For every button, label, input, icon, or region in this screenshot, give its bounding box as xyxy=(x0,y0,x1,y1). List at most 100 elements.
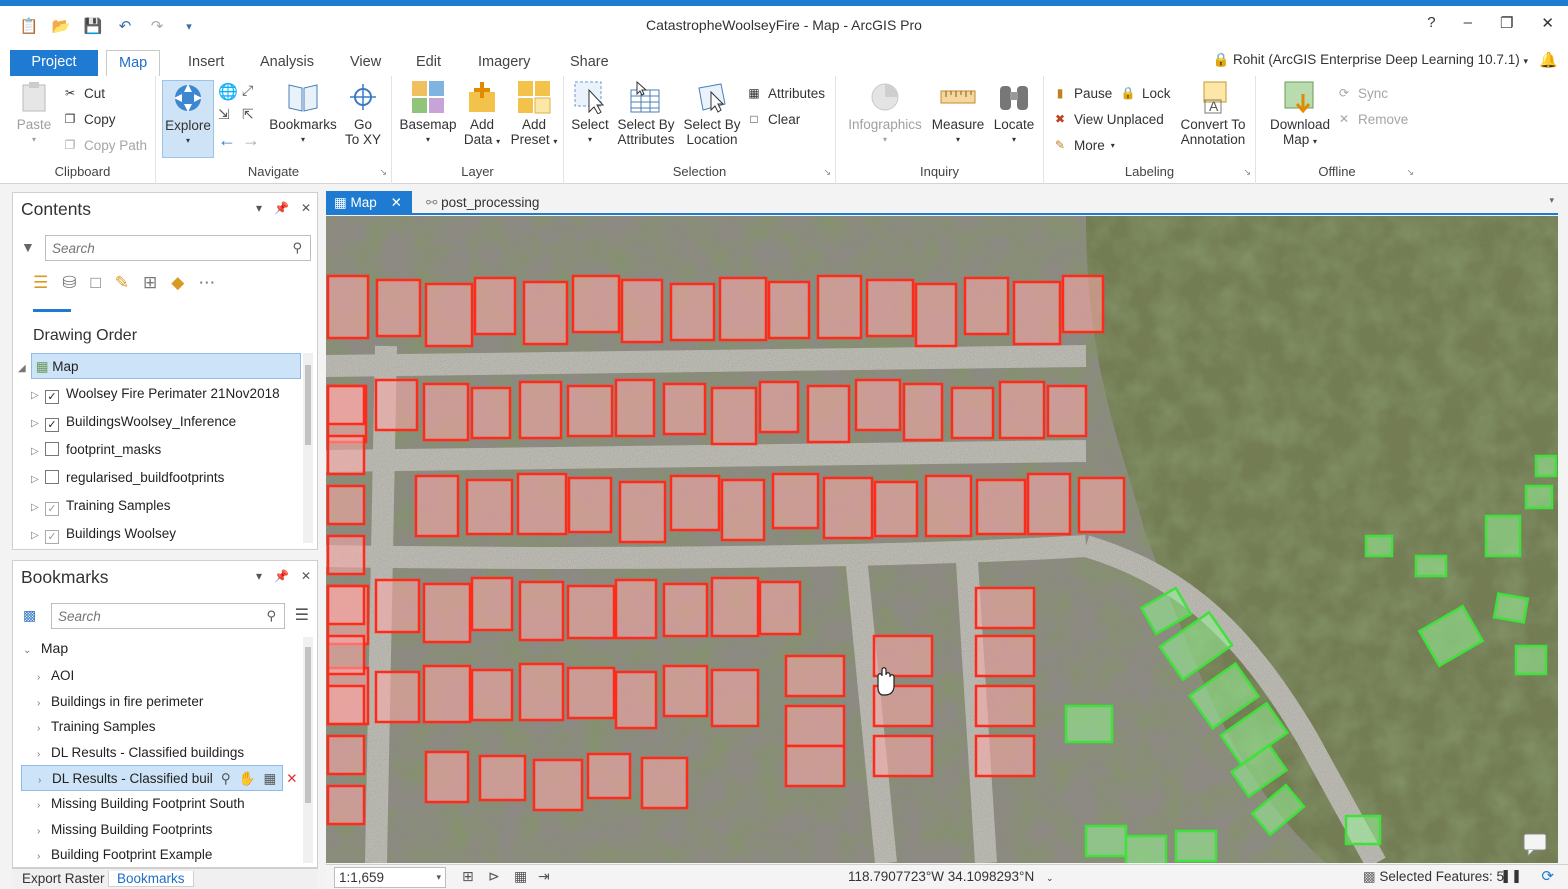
building-footprint[interactable] xyxy=(566,666,616,720)
layer-row[interactable]: ▷ ✓ BuildingsWoolsey_Inference xyxy=(31,409,236,435)
building-footprint[interactable] xyxy=(1077,476,1126,534)
building-footprint[interactable] xyxy=(470,668,514,722)
building-footprint[interactable] xyxy=(771,472,820,530)
building-footprint[interactable] xyxy=(424,282,474,348)
building-footprint[interactable] xyxy=(518,380,563,440)
restore-button[interactable]: ❐ xyxy=(1500,14,1513,32)
tab-share[interactable]: Share xyxy=(558,50,621,76)
building-footprint[interactable] xyxy=(326,784,366,826)
bookmarks-scroll-thumb[interactable] xyxy=(305,647,311,803)
collapse-icon[interactable]: ◢ xyxy=(18,356,32,382)
building-footprint[interactable] xyxy=(422,382,470,442)
building-footprint[interactable] xyxy=(1524,484,1554,510)
zoom-in-fixed-icon[interactable]: ⇲ xyxy=(218,106,230,123)
offline-launcher-icon[interactable]: ↘ xyxy=(1406,167,1414,178)
expand-icon[interactable]: ▷ xyxy=(31,439,45,465)
building-footprint[interactable] xyxy=(998,380,1046,440)
grid-icon[interactable]: ▦ xyxy=(514,868,527,885)
building-footprint[interactable] xyxy=(375,278,422,338)
building-footprint[interactable] xyxy=(422,582,472,644)
layer-visibility-checkbox[interactable]: ✓ xyxy=(45,418,59,432)
building-footprint[interactable] xyxy=(326,584,366,626)
zoom-out-fixed-icon[interactable]: ⇱ xyxy=(242,106,254,123)
basemap-button[interactable]: Basemap ▾ xyxy=(398,80,458,147)
building-footprint[interactable] xyxy=(478,754,527,802)
expand-icon[interactable]: ▷ xyxy=(31,411,45,437)
building-footprint[interactable] xyxy=(586,752,632,800)
chevron-down-icon[interactable]: ▾ xyxy=(436,868,441,887)
tab-export-raster[interactable]: Export Raster xyxy=(14,871,113,886)
pin-icon[interactable]: 📌 xyxy=(274,569,289,583)
labeling-launcher-icon[interactable]: ↘ xyxy=(1243,167,1251,178)
building-footprint[interactable] xyxy=(718,276,768,342)
chevron-right-icon[interactable]: › xyxy=(37,716,51,742)
bookmarks-scrollbar[interactable] xyxy=(303,637,313,863)
chevron-right-icon[interactable]: › xyxy=(37,819,51,845)
fixed-extent-icon[interactable]: ⊞ xyxy=(462,868,474,885)
building-footprint[interactable] xyxy=(767,280,811,340)
building-footprint[interactable] xyxy=(758,380,800,434)
building-footprint[interactable] xyxy=(567,476,613,534)
help-button[interactable]: ? xyxy=(1427,14,1435,32)
snapping-view-icon[interactable]: ⊞ xyxy=(143,273,157,293)
labeling-view-icon[interactable]: ◆ xyxy=(171,273,184,293)
bookmark-item[interactable]: › Missing Building Footprint South xyxy=(37,791,245,817)
building-footprint[interactable] xyxy=(374,378,419,432)
building-footprint[interactable] xyxy=(924,474,973,538)
building-footprint[interactable] xyxy=(963,276,1010,336)
building-footprint[interactable] xyxy=(822,476,874,540)
bookmark-icon[interactable]: ▩ xyxy=(23,607,36,624)
building-footprint[interactable] xyxy=(720,478,766,542)
layer-row[interactable]: ▷ ✓ Training Samples xyxy=(31,493,171,519)
building-footprint[interactable] xyxy=(914,282,958,348)
snapping-icon[interactable]: ⊳ xyxy=(488,868,500,885)
building-footprint[interactable] xyxy=(326,634,366,676)
next-extent-icon[interactable]: → xyxy=(242,130,260,151)
building-footprint[interactable] xyxy=(1344,814,1382,846)
clear-selection-button[interactable]: □ Clear xyxy=(746,111,800,127)
correction-icon[interactable]: ⇥ xyxy=(538,868,550,885)
building-footprint[interactable] xyxy=(974,634,1036,678)
convert-to-annotation-button[interactable]: A Convert To Annotation xyxy=(1174,80,1252,147)
bookmarks-search-input[interactable] xyxy=(52,604,284,628)
building-footprint[interactable] xyxy=(326,734,366,776)
coordinate-readout[interactable]: 118.7907723°W 34.1098293°N ⌄ xyxy=(848,869,1054,884)
building-footprint[interactable] xyxy=(902,382,944,442)
contents-scrollbar[interactable] xyxy=(303,353,313,543)
map-view[interactable] xyxy=(326,216,1558,863)
chevron-down-icon[interactable]: ⌄ xyxy=(1046,873,1054,883)
expand-icon[interactable]: ▷ xyxy=(31,495,45,521)
bookmark-item[interactable]: › Training Samples xyxy=(37,714,156,740)
building-footprint[interactable] xyxy=(1124,834,1168,863)
go-to-xy-button[interactable]: Go To XY xyxy=(340,80,386,147)
sync-button[interactable]: ⟳ Sync xyxy=(1336,85,1388,101)
map-canvas[interactable] xyxy=(326,216,1558,863)
bookmark-item[interactable]: › DL Results - Classified buildings xyxy=(37,740,244,766)
chevron-down-icon[interactable]: ⌄ xyxy=(23,638,37,664)
expand-icon[interactable]: ▷ xyxy=(31,523,45,549)
chevron-right-icon[interactable]: › xyxy=(37,742,51,768)
tab-list-icon[interactable]: ▾ xyxy=(1549,195,1554,206)
building-footprint[interactable] xyxy=(873,480,919,538)
building-footprint[interactable] xyxy=(326,534,366,576)
expand-icon[interactable]: ▷ xyxy=(31,383,45,409)
building-footprint[interactable] xyxy=(640,756,689,810)
previous-extent-icon[interactable]: ← xyxy=(218,130,236,151)
tab-insert[interactable]: Insert xyxy=(176,50,236,76)
building-footprint[interactable] xyxy=(465,478,514,536)
editing-view-icon[interactable]: ✎ xyxy=(115,273,129,293)
search-icon[interactable]: ⚲ xyxy=(292,240,302,256)
building-footprint[interactable] xyxy=(374,578,421,634)
building-footprint[interactable] xyxy=(1061,274,1105,334)
building-footprint[interactable] xyxy=(470,386,512,440)
layer-visibility-checkbox[interactable]: ✓ xyxy=(45,502,59,516)
notifications-icon[interactable]: 🔔 xyxy=(1539,51,1558,69)
building-footprint[interactable] xyxy=(669,474,721,532)
pin-icon[interactable]: 📌 xyxy=(274,201,289,215)
building-footprint[interactable] xyxy=(614,578,658,640)
building-footprint[interactable] xyxy=(872,734,934,778)
chevron-right-icon[interactable]: › xyxy=(37,665,51,691)
building-footprint[interactable] xyxy=(1084,824,1128,858)
add-preset-button[interactable]: Add Preset ▾ xyxy=(506,80,562,149)
building-footprint[interactable] xyxy=(614,378,656,438)
